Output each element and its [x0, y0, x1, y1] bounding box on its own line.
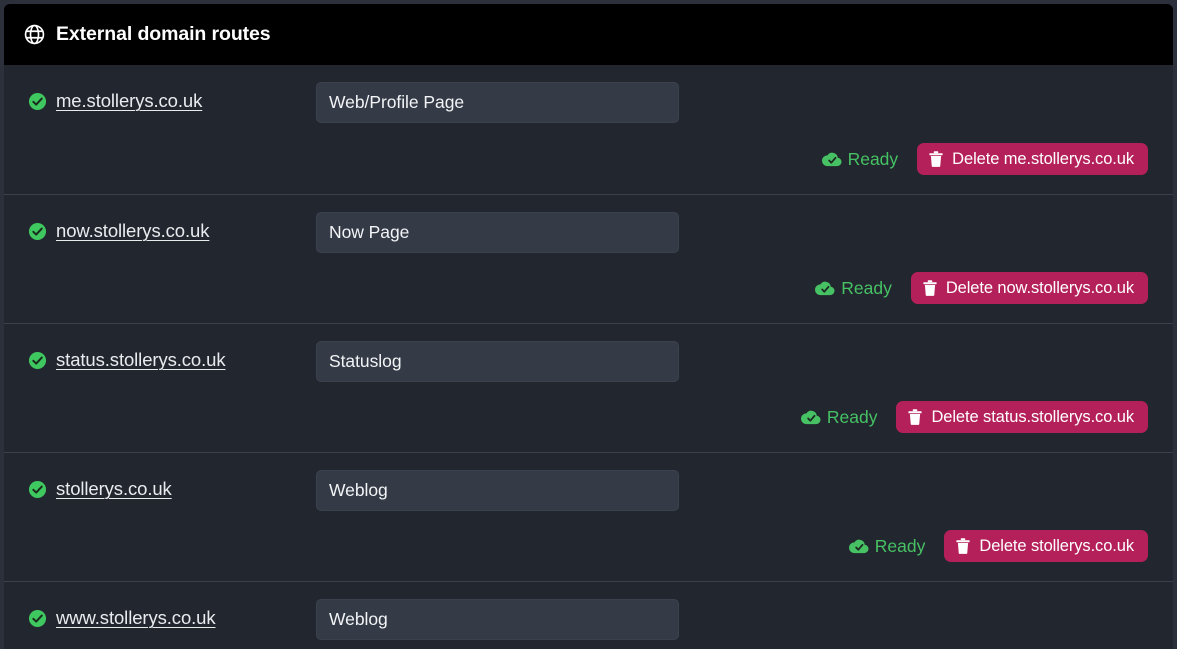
delete-route-button[interactable]: Delete status.stollerys.co.uk	[896, 401, 1148, 433]
domain-link[interactable]: stollerys.co.uk	[56, 478, 172, 500]
check-circle-icon	[28, 222, 47, 240]
route-row-main: me.stollerys.co.uk Web/Profile Page	[4, 65, 1173, 123]
check-circle-icon	[28, 480, 47, 498]
cloud-check-icon	[821, 152, 842, 167]
status-badge: Ready	[848, 535, 926, 557]
globe-icon	[24, 24, 45, 45]
route-row-main: www.stollerys.co.uk Weblog	[4, 582, 1173, 640]
delete-route-button[interactable]: Delete now.stollerys.co.uk	[910, 272, 1148, 304]
route-target-field[interactable]: Now Page	[316, 212, 679, 253]
route-row-now.stollerys.co.uk: now.stollerys.co.uk Now Page Ready Delet…	[4, 194, 1173, 323]
cloud-check-icon	[848, 539, 869, 554]
page-title: External domain routes	[56, 22, 271, 45]
domain-cell: www.stollerys.co.uk	[4, 599, 316, 629]
route-target-field[interactable]: Weblog	[316, 599, 679, 640]
route-row-www.stollerys.co.uk: www.stollerys.co.uk Weblog Ready Delete …	[4, 581, 1173, 649]
external-domain-routes-card: External domain routes me.stollerys.co.u…	[4, 4, 1173, 649]
route-row-actions: Ready Delete me.stollerys.co.uk	[821, 143, 1148, 175]
domain-cell: stollerys.co.uk	[4, 470, 316, 500]
status-badge-label: Ready	[847, 148, 899, 169]
route-row-main: stollerys.co.uk Weblog	[4, 453, 1173, 511]
route-target-field[interactable]: Statuslog	[316, 341, 679, 382]
delete-route-button[interactable]: Delete me.stollerys.co.uk	[917, 143, 1148, 175]
status-badge-label: Ready	[826, 406, 878, 427]
delete-route-label: Delete stollerys.co.uk	[979, 536, 1134, 555]
route-target-field[interactable]: Weblog	[316, 470, 679, 511]
route-target-field[interactable]: Web/Profile Page	[316, 82, 679, 123]
check-circle-icon	[28, 92, 47, 110]
route-row-me.stollerys.co.uk: me.stollerys.co.uk Web/Profile Page Read…	[4, 65, 1173, 194]
delete-route-label: Delete now.stollerys.co.uk	[945, 278, 1134, 297]
route-row-actions: Ready Delete status.stollerys.co.uk	[800, 401, 1148, 433]
route-row-actions: Ready Delete now.stollerys.co.uk	[815, 272, 1148, 304]
status-badge: Ready	[815, 278, 892, 299]
check-circle-icon	[28, 609, 47, 627]
route-row-status.stollerys.co.uk: status.stollerys.co.uk Statuslog Ready D…	[4, 323, 1173, 452]
check-circle-icon	[28, 351, 47, 369]
status-badge: Ready	[800, 406, 878, 428]
domain-link[interactable]: now.stollerys.co.uk	[56, 220, 209, 242]
domain-cell: status.stollerys.co.uk	[4, 341, 316, 371]
trash-icon	[908, 409, 923, 425]
card-header: External domain routes	[4, 4, 1173, 65]
page-root: External domain routes me.stollerys.co.u…	[0, 0, 1177, 649]
domain-cell: now.stollerys.co.uk	[4, 212, 316, 242]
status-badge: Ready	[821, 148, 899, 170]
delete-route-button[interactable]: Delete stollerys.co.uk	[944, 530, 1148, 562]
cloud-check-icon	[815, 281, 835, 296]
route-row-main: now.stollerys.co.uk Now Page	[4, 195, 1173, 253]
domain-link[interactable]: me.stollerys.co.uk	[56, 90, 202, 112]
cloud-check-icon	[800, 410, 821, 425]
domain-link[interactable]: www.stollerys.co.uk	[56, 607, 216, 629]
trash-icon	[929, 151, 943, 167]
route-row-stollerys.co.uk: stollerys.co.uk Weblog Ready Delete stol…	[4, 452, 1173, 581]
delete-route-label: Delete status.stollerys.co.uk	[931, 407, 1134, 426]
routes-list: me.stollerys.co.uk Web/Profile Page Read…	[4, 65, 1173, 649]
trash-icon	[923, 280, 937, 296]
route-row-actions: Ready Delete stollerys.co.uk	[848, 530, 1148, 562]
delete-route-label: Delete me.stollerys.co.uk	[952, 149, 1134, 168]
status-badge-label: Ready	[874, 535, 926, 556]
domain-cell: me.stollerys.co.uk	[4, 82, 316, 112]
domain-link[interactable]: status.stollerys.co.uk	[56, 349, 226, 371]
route-row-main: status.stollerys.co.uk Statuslog	[4, 324, 1173, 382]
trash-icon	[956, 538, 970, 554]
status-badge-label: Ready	[841, 277, 892, 298]
